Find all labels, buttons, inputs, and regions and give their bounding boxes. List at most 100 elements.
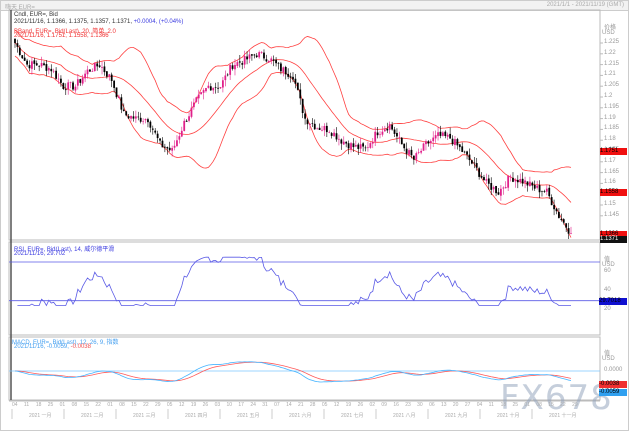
candle-body [226,74,229,76]
candle-body [209,86,212,91]
time-tick-label: 11 [23,402,30,408]
price-tag-last: 1.1371 [600,235,627,243]
rsi-tick-label: 20 [604,306,611,313]
candle-body [207,85,210,88]
candle-body [521,178,524,184]
candle-body [52,70,55,72]
macd-value: 2021/11/16, -0.0059, [14,344,69,350]
bband-upper [14,29,572,173]
candle-body [502,187,505,189]
price-tick-label: 1.185 [604,125,620,132]
candle-body [369,143,372,148]
candle-body [480,176,483,178]
candle-body [23,57,26,61]
candle-body [429,141,432,144]
candle-body [461,146,464,152]
rsi-value-tag: 29.7018 [599,297,627,305]
candle-body [526,181,529,186]
main-legend-title: Cndl, EUR=, Bid [14,12,58,18]
candle-body [367,147,369,148]
candle-body [550,197,553,206]
rsi-line [17,256,571,307]
price-tick-label: 1.17 [604,157,616,164]
month-label: 2021 八月 [393,413,416,419]
candle-body [565,223,568,228]
candle-body [364,147,367,149]
candle-body [26,60,28,65]
candle-body [40,63,43,67]
candle-body [538,185,541,193]
candle-body [555,208,558,212]
candle-body [325,125,328,133]
candle-body [31,61,33,69]
time-tick-label: 23 [405,402,411,408]
macd-line [14,361,572,383]
time-tick-label: 08 [119,402,125,408]
candle-body [173,145,176,148]
candle-body [548,187,551,197]
time-tick-label: 24 [250,402,256,408]
candle-body [350,143,352,150]
candle-body [72,82,74,90]
candle-body [338,138,340,140]
price-tick-label: 1.165 [604,168,620,175]
price-tick-label: 1.215 [604,60,620,67]
candle-body [110,74,113,82]
candle-body [543,191,546,192]
candle-body [275,59,277,64]
price-axis-unit: USD [602,30,615,36]
candle-body [217,87,219,89]
time-tick-label: 29 [572,402,578,408]
candle-body [371,142,374,144]
month-label: 2021 四月 [185,413,208,419]
candle-body [272,59,275,61]
candle-body [444,131,447,137]
candle-body [289,76,292,78]
candle-body [570,233,572,234]
chart-canvas[interactable] [0,0,629,431]
time-tick-label: 19 [190,402,197,408]
candle-body [93,62,96,72]
candle-body [381,131,384,135]
time-tick-label: 22 [560,402,566,408]
candle-body [137,116,140,118]
candle-body [178,136,181,140]
candle-body [292,76,294,80]
time-tick-label: 26 [202,402,209,408]
candle-body [142,120,145,122]
candle-body [260,52,263,53]
candle-body [422,143,425,151]
candle-body [229,64,232,75]
month-label: 2021 七月 [341,413,364,419]
candle-body [134,116,137,119]
candle-body [359,144,362,149]
macd-tick-label: 0.0000 [604,367,623,373]
candle-body [284,67,287,75]
candle-body [516,179,519,183]
candle-body [38,65,41,67]
candle-body [263,52,265,59]
candle-body [412,155,415,160]
candle-body [483,177,485,181]
candle-body [383,129,386,132]
macd-signal-tag: -0.0038 [599,381,627,388]
price-tick-label: 1.2 [604,93,613,99]
candle-body [330,133,333,136]
candle-body [205,88,207,92]
time-tick-label: 01 [59,402,66,408]
candle-body [393,129,396,134]
candle-body [340,139,343,144]
candle-body [91,71,94,72]
time-tick-label: 09 [381,402,387,408]
candle-body [236,62,239,67]
candle-body [499,188,502,196]
candle-body [446,134,449,137]
month-label: 2021 一月 [29,413,52,419]
candle-body [434,135,437,139]
candle-body [185,120,188,122]
candle-body [313,123,316,130]
candle-body [485,179,488,181]
rsi-legend-values: 2021/11/16, 29.702 [14,251,66,257]
macd-axis-unit: USD [602,356,615,362]
candle-body [466,151,468,155]
